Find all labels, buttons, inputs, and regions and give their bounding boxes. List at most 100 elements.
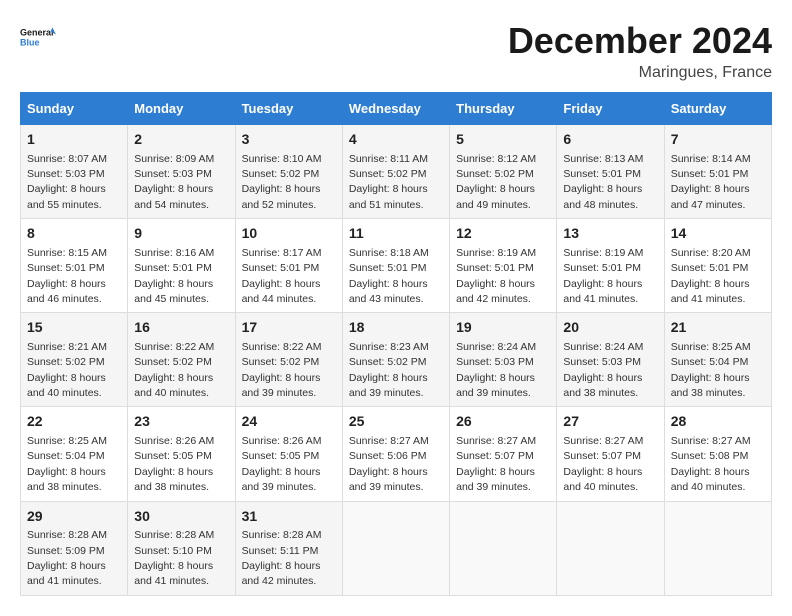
cell-info: Sunrise: 8:20 AMSunset: 5:01 PMDaylight:… (671, 247, 751, 305)
cell-info: Sunrise: 8:27 AMSunset: 5:07 PMDaylight:… (563, 435, 643, 493)
cell-info: Sunrise: 8:27 AMSunset: 5:08 PMDaylight:… (671, 435, 751, 493)
day-number: 9 (134, 224, 228, 244)
cell-info: Sunrise: 8:16 AMSunset: 5:01 PMDaylight:… (134, 247, 214, 305)
day-number: 17 (242, 318, 336, 338)
calendar-cell: 27 Sunrise: 8:27 AMSunset: 5:07 PMDaylig… (557, 407, 664, 501)
header-cell-saturday: Saturday (664, 93, 771, 125)
calendar-cell (664, 501, 771, 595)
svg-text:Blue: Blue (20, 37, 40, 47)
header-cell-monday: Monday (128, 93, 235, 125)
calendar-cell: 11 Sunrise: 8:18 AMSunset: 5:01 PMDaylig… (342, 219, 449, 313)
cell-info: Sunrise: 8:27 AMSunset: 5:07 PMDaylight:… (456, 435, 536, 493)
header-row: SundayMondayTuesdayWednesdayThursdayFrid… (21, 93, 772, 125)
day-number: 31 (242, 507, 336, 527)
cell-info: Sunrise: 8:24 AMSunset: 5:03 PMDaylight:… (456, 341, 536, 399)
cell-info: Sunrise: 8:26 AMSunset: 5:05 PMDaylight:… (242, 435, 322, 493)
day-number: 4 (349, 130, 443, 150)
cell-info: Sunrise: 8:24 AMSunset: 5:03 PMDaylight:… (563, 341, 643, 399)
calendar-cell: 1 Sunrise: 8:07 AMSunset: 5:03 PMDayligh… (21, 125, 128, 219)
calendar-cell (557, 501, 664, 595)
day-number: 10 (242, 224, 336, 244)
calendar-table: SundayMondayTuesdayWednesdayThursdayFrid… (20, 92, 772, 596)
cell-info: Sunrise: 8:11 AMSunset: 5:02 PMDaylight:… (349, 153, 428, 211)
calendar-cell: 3 Sunrise: 8:10 AMSunset: 5:02 PMDayligh… (235, 125, 342, 219)
title-area: December 2024 Maringues, France (508, 20, 772, 82)
cell-info: Sunrise: 8:25 AMSunset: 5:04 PMDaylight:… (27, 435, 107, 493)
cell-info: Sunrise: 8:22 AMSunset: 5:02 PMDaylight:… (242, 341, 322, 399)
calendar-cell: 4 Sunrise: 8:11 AMSunset: 5:02 PMDayligh… (342, 125, 449, 219)
page-header: General Blue December 2024 Maringues, Fr… (20, 20, 772, 82)
day-number: 8 (27, 224, 121, 244)
header-cell-thursday: Thursday (450, 93, 557, 125)
day-number: 5 (456, 130, 550, 150)
calendar-cell (450, 501, 557, 595)
day-number: 13 (563, 224, 657, 244)
cell-info: Sunrise: 8:14 AMSunset: 5:01 PMDaylight:… (671, 153, 751, 211)
cell-info: Sunrise: 8:09 AMSunset: 5:03 PMDaylight:… (134, 153, 214, 211)
calendar-cell: 19 Sunrise: 8:24 AMSunset: 5:03 PMDaylig… (450, 313, 557, 407)
calendar-cell: 25 Sunrise: 8:27 AMSunset: 5:06 PMDaylig… (342, 407, 449, 501)
day-number: 14 (671, 224, 765, 244)
day-number: 11 (349, 224, 443, 244)
calendar-cell: 21 Sunrise: 8:25 AMSunset: 5:04 PMDaylig… (664, 313, 771, 407)
day-number: 28 (671, 412, 765, 432)
cell-info: Sunrise: 8:23 AMSunset: 5:02 PMDaylight:… (349, 341, 429, 399)
cell-info: Sunrise: 8:12 AMSunset: 5:02 PMDaylight:… (456, 153, 536, 211)
day-number: 23 (134, 412, 228, 432)
calendar-cell: 5 Sunrise: 8:12 AMSunset: 5:02 PMDayligh… (450, 125, 557, 219)
cell-info: Sunrise: 8:25 AMSunset: 5:04 PMDaylight:… (671, 341, 751, 399)
day-number: 6 (563, 130, 657, 150)
calendar-cell: 23 Sunrise: 8:26 AMSunset: 5:05 PMDaylig… (128, 407, 235, 501)
cell-info: Sunrise: 8:15 AMSunset: 5:01 PMDaylight:… (27, 247, 107, 305)
header-cell-tuesday: Tuesday (235, 93, 342, 125)
calendar-cell: 7 Sunrise: 8:14 AMSunset: 5:01 PMDayligh… (664, 125, 771, 219)
day-number: 18 (349, 318, 443, 338)
calendar-cell: 22 Sunrise: 8:25 AMSunset: 5:04 PMDaylig… (21, 407, 128, 501)
month-title: December 2024 (508, 20, 772, 62)
location-title: Maringues, France (508, 64, 772, 82)
cell-info: Sunrise: 8:07 AMSunset: 5:03 PMDaylight:… (27, 153, 107, 211)
day-number: 26 (456, 412, 550, 432)
day-number: 21 (671, 318, 765, 338)
calendar-cell: 28 Sunrise: 8:27 AMSunset: 5:08 PMDaylig… (664, 407, 771, 501)
cell-info: Sunrise: 8:17 AMSunset: 5:01 PMDaylight:… (242, 247, 322, 305)
week-row-3: 15 Sunrise: 8:21 AMSunset: 5:02 PMDaylig… (21, 313, 772, 407)
calendar-cell: 18 Sunrise: 8:23 AMSunset: 5:02 PMDaylig… (342, 313, 449, 407)
calendar-cell: 26 Sunrise: 8:27 AMSunset: 5:07 PMDaylig… (450, 407, 557, 501)
svg-text:General: General (20, 28, 54, 38)
header-cell-wednesday: Wednesday (342, 93, 449, 125)
day-number: 25 (349, 412, 443, 432)
day-number: 15 (27, 318, 121, 338)
day-number: 22 (27, 412, 121, 432)
day-number: 29 (27, 507, 121, 527)
cell-info: Sunrise: 8:19 AMSunset: 5:01 PMDaylight:… (563, 247, 643, 305)
cell-info: Sunrise: 8:22 AMSunset: 5:02 PMDaylight:… (134, 341, 214, 399)
cell-info: Sunrise: 8:28 AMSunset: 5:09 PMDaylight:… (27, 529, 107, 587)
week-row-5: 29 Sunrise: 8:28 AMSunset: 5:09 PMDaylig… (21, 501, 772, 595)
day-number: 19 (456, 318, 550, 338)
cell-info: Sunrise: 8:21 AMSunset: 5:02 PMDaylight:… (27, 341, 107, 399)
calendar-cell: 20 Sunrise: 8:24 AMSunset: 5:03 PMDaylig… (557, 313, 664, 407)
calendar-cell: 24 Sunrise: 8:26 AMSunset: 5:05 PMDaylig… (235, 407, 342, 501)
logo: General Blue (20, 20, 56, 56)
day-number: 30 (134, 507, 228, 527)
week-row-4: 22 Sunrise: 8:25 AMSunset: 5:04 PMDaylig… (21, 407, 772, 501)
day-number: 3 (242, 130, 336, 150)
cell-info: Sunrise: 8:28 AMSunset: 5:10 PMDaylight:… (134, 529, 214, 587)
calendar-cell: 12 Sunrise: 8:19 AMSunset: 5:01 PMDaylig… (450, 219, 557, 313)
day-number: 27 (563, 412, 657, 432)
day-number: 7 (671, 130, 765, 150)
calendar-cell: 29 Sunrise: 8:28 AMSunset: 5:09 PMDaylig… (21, 501, 128, 595)
calendar-cell: 13 Sunrise: 8:19 AMSunset: 5:01 PMDaylig… (557, 219, 664, 313)
calendar-cell: 16 Sunrise: 8:22 AMSunset: 5:02 PMDaylig… (128, 313, 235, 407)
cell-info: Sunrise: 8:13 AMSunset: 5:01 PMDaylight:… (563, 153, 643, 211)
cell-info: Sunrise: 8:10 AMSunset: 5:02 PMDaylight:… (242, 153, 322, 211)
calendar-cell: 9 Sunrise: 8:16 AMSunset: 5:01 PMDayligh… (128, 219, 235, 313)
day-number: 16 (134, 318, 228, 338)
week-row-2: 8 Sunrise: 8:15 AMSunset: 5:01 PMDayligh… (21, 219, 772, 313)
logo-svg: General Blue (20, 20, 56, 56)
cell-info: Sunrise: 8:19 AMSunset: 5:01 PMDaylight:… (456, 247, 536, 305)
week-row-1: 1 Sunrise: 8:07 AMSunset: 5:03 PMDayligh… (21, 125, 772, 219)
day-number: 20 (563, 318, 657, 338)
calendar-cell: 17 Sunrise: 8:22 AMSunset: 5:02 PMDaylig… (235, 313, 342, 407)
